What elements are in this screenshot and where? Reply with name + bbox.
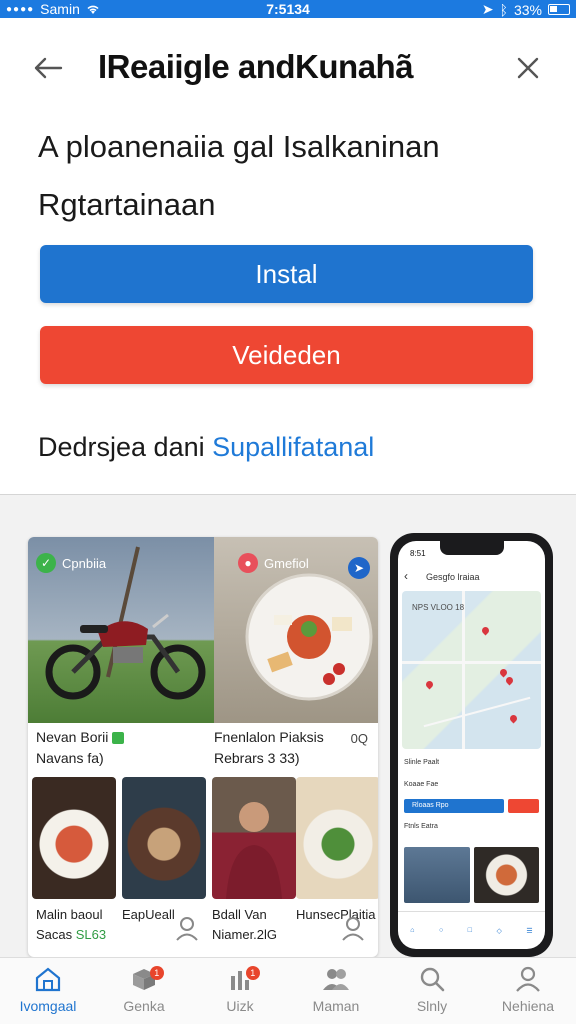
motorcycle-image: ✓ Cpnbiia (28, 537, 214, 723)
tab-box-label: Genka (123, 998, 165, 1014)
developer-link[interactable]: Supallifatanal (212, 432, 374, 462)
caption-3: Bdall Van Niamer.2lG (212, 905, 277, 945)
tag-right-label: Gmefiol (264, 555, 309, 571)
phone-row-1: Slinle Paalt (404, 759, 440, 766)
tab-profile[interactable]: Nehiena (480, 958, 576, 1024)
phone-image-2 (473, 847, 539, 903)
link-icon[interactable]: 0Q (351, 731, 368, 746)
tab-search[interactable]: Slnly (384, 958, 480, 1024)
map-pin-icon (480, 625, 491, 636)
phone-tab-icon: ⌂ (410, 927, 415, 934)
battery-icon (548, 4, 570, 15)
info-left-title: Nevan Borii (36, 729, 109, 745)
status-bar: ●●●● Samin 7:5134 ➤ ᛒ 33% (0, 0, 576, 18)
caption-3-subtitle: Niamer.2lG (212, 927, 278, 942)
pin-icon: ● (238, 553, 258, 573)
caption-1-price: SL63 (75, 927, 107, 942)
tag-left: ✓ Cpnbiia (36, 553, 106, 573)
install-button[interactable]: Instal (40, 245, 533, 303)
video-button[interactable]: Veideden (40, 326, 533, 384)
phone-row-2: Koaae Fae (404, 781, 439, 788)
phone-tab-icon: ◇ (496, 927, 502, 935)
tab-profile-label: Nehiena (501, 998, 555, 1014)
info-right-subtitle: Rebrars 3 33) (214, 750, 300, 766)
phone-row-3: Ftnls Eatra (404, 823, 438, 830)
header: IReaiigle andKunahã (0, 18, 576, 118)
bluetooth-icon: ᛒ (499, 1, 508, 18)
phone-red-button (508, 799, 539, 813)
phone-tab-icon: ○ (439, 927, 444, 934)
phone-image-1 (404, 847, 470, 903)
phone-tab-icon: □ (467, 927, 472, 934)
phone-title: Gesgfo lraiaa (426, 572, 480, 582)
phone-tabbar: ⌂ ○ □ ◇ ☰ (398, 911, 545, 949)
check-icon: ✓ (36, 553, 56, 573)
navigation-icon[interactable]: ➤ (348, 557, 370, 579)
food-plate-image: ● Gmefiol ➤ (214, 537, 378, 723)
phone-screen: 8:51 ‹ Gesgfo lraiaa NPS VLOO 18 Slinle … (398, 541, 545, 949)
caption-2: EapUeall (122, 905, 175, 925)
phone-notch (440, 541, 504, 555)
caption-1-subtitle: Sacas (36, 927, 73, 942)
salad-bowl-thumbnail[interactable] (296, 777, 378, 899)
tab-search-label: Slnly (416, 998, 448, 1014)
back-button[interactable] (28, 48, 68, 88)
notification-badge: 1 (245, 966, 260, 980)
map-view: NPS VLOO 18 (402, 591, 541, 749)
user-icon[interactable] (340, 915, 366, 941)
arrow-left-icon (34, 57, 63, 79)
caption-3-title: Bdall Van (212, 907, 267, 922)
tab-home[interactable]: Ivomgaal (0, 958, 96, 1024)
notification-badge: 1 (149, 966, 164, 980)
close-icon (517, 57, 539, 79)
phone-tab-icon: ☰ (526, 927, 533, 935)
developer-line: Dedrsjea dani Supallifatanal (38, 432, 374, 463)
caption-2-title: EapUeall (122, 907, 175, 922)
map-pin-icon (424, 679, 435, 690)
map-label: NPS VLOO 18 (412, 603, 465, 612)
search-icon (420, 967, 445, 992)
person-illustration (226, 802, 282, 899)
location-icon: ➤ (481, 1, 494, 17)
tab-people-label: Maman (312, 998, 360, 1014)
phone-buttons: Rloaas Rpo (404, 799, 539, 813)
info-left: Nevan Borii Navans fa) (36, 727, 211, 771)
green-badge-icon (112, 732, 125, 745)
phone-back-icon: ‹ (404, 569, 408, 583)
tag-left-label: Cpnbiia (62, 555, 107, 571)
battery-percent: 33% (513, 1, 542, 18)
home-icon (35, 967, 61, 992)
map-pin-icon (504, 675, 515, 686)
food-bowl-thumbnail[interactable] (32, 777, 116, 899)
person-icon (516, 966, 540, 992)
caption-1: Malin baoul Sacas SL63 (36, 905, 106, 945)
people-icon (323, 969, 349, 990)
phone-time: 8:51 (410, 549, 426, 558)
bottom-tabbar: Ivomgaal 1 Genka 1 Uizk Maman Slnly Nehi… (0, 957, 576, 1024)
tab-chart[interactable]: 1 Uizk (192, 958, 288, 1024)
caption-1-title: Malin baoul (36, 907, 103, 922)
phone-screenshot[interactable]: 8:51 ‹ Gesgfo lraiaa NPS VLOO 18 Slinle … (390, 533, 553, 957)
developer-prefix: Dedrsjea dani (38, 432, 205, 462)
status-right: ➤ ᛒ 33% (482, 1, 570, 18)
screenshot-card[interactable]: ✓ Cpnbiia ● Gmefiol ➤ Nevan Borii Navans… (28, 537, 378, 957)
app-description: A ploanenaiia gal Isalkaninan Rgtartaina… (38, 129, 440, 222)
phone-blue-button: Rloaas Rpo (404, 799, 505, 813)
info-left-subtitle: Navans fa) (36, 750, 104, 766)
person-thumbnail[interactable] (212, 777, 296, 899)
portrait-bowl-thumbnail[interactable] (122, 777, 206, 899)
page-title: IReaiigle andKunahã (98, 48, 414, 85)
tab-home-label: Ivomgaal (19, 998, 77, 1014)
phone-images (404, 847, 539, 903)
close-button[interactable] (508, 48, 548, 88)
phone-header: ‹ Gesgfo lraiaa (398, 567, 545, 589)
user-icon[interactable] (174, 915, 200, 941)
map-pin-icon (498, 667, 509, 678)
tag-right: ● Gmefiol (238, 553, 309, 573)
tab-chart-label: Uizk (226, 998, 254, 1014)
tab-people[interactable]: Maman (288, 958, 384, 1024)
tab-box[interactable]: 1 Genka (96, 958, 192, 1024)
map-pin-icon (508, 713, 519, 724)
